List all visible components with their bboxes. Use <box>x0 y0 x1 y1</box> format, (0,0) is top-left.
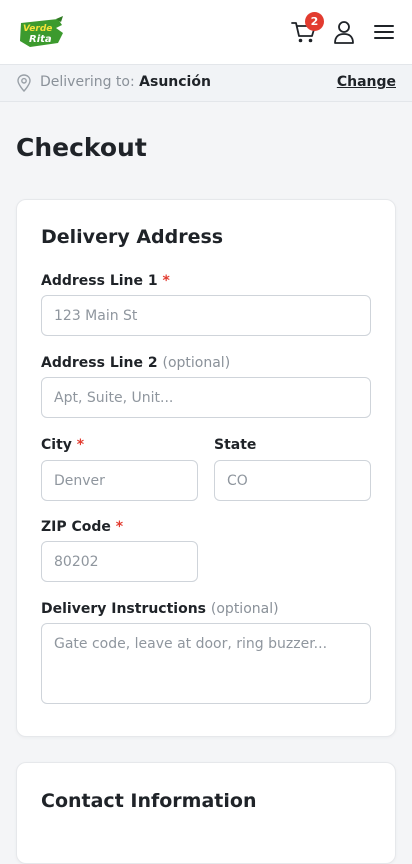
address-line-1-label: Address Line 1 * <box>41 273 170 289</box>
delivery-instructions-label-text: Delivery Instructions <box>41 601 207 617</box>
svg-text:Rita: Rita <box>29 34 52 45</box>
delivery-instructions-label: Delivery Instructions (optional) <box>41 601 279 617</box>
required-mark: * <box>76 437 85 453</box>
address-line-2-label: Address Line 2 (optional) <box>41 355 230 371</box>
state-label: State <box>214 437 256 453</box>
state-input[interactable] <box>214 460 371 501</box>
delivery-address-heading: Delivery Address <box>41 226 224 248</box>
optional-tag: (optional) <box>210 601 279 617</box>
user-account-icon[interactable] <box>331 19 357 45</box>
delivering-to-label: Delivering to: <box>40 74 135 90</box>
zip-code-input[interactable] <box>41 541 198 582</box>
cart-count-badge: 2 <box>305 12 324 31</box>
change-location-link[interactable]: Change <box>337 74 396 90</box>
delivery-instructions-textarea[interactable] <box>41 623 371 704</box>
contact-information-card: Contact Information <box>16 762 396 864</box>
location-pin-icon <box>17 74 31 92</box>
city-input[interactable] <box>41 460 198 501</box>
city-label: City * <box>41 437 84 453</box>
address-line-1-input[interactable] <box>41 295 371 336</box>
contact-information-heading: Contact Information <box>41 790 257 812</box>
address-line-1-label-text: Address Line 1 <box>41 273 158 289</box>
hamburger-menu-icon[interactable] <box>372 20 396 44</box>
required-mark: * <box>115 519 124 535</box>
city-label-text: City <box>41 437 72 453</box>
page-title: Checkout <box>16 133 147 162</box>
optional-tag: (optional) <box>162 355 231 371</box>
delivery-location-bar: Delivering to: Asunción Change <box>0 65 412 102</box>
delivery-location-text: Delivering to: Asunción <box>40 74 211 90</box>
delivery-address-card: Delivery Address Address Line 1 * Addres… <box>16 199 396 737</box>
zip-code-label: ZIP Code * <box>41 519 123 535</box>
top-header: Verde Rita 2 <box>0 0 412 65</box>
address-line-2-input[interactable] <box>41 377 371 418</box>
required-mark: * <box>162 273 170 289</box>
svg-text:Verde: Verde <box>23 24 52 34</box>
delivery-city: Asunción <box>139 74 211 90</box>
state-label-text: State <box>214 437 257 453</box>
address-line-2-label-text: Address Line 2 <box>41 355 158 371</box>
zip-code-label-text: ZIP Code <box>41 519 111 535</box>
verde-rita-logo-icon[interactable]: Verde Rita <box>16 16 66 49</box>
